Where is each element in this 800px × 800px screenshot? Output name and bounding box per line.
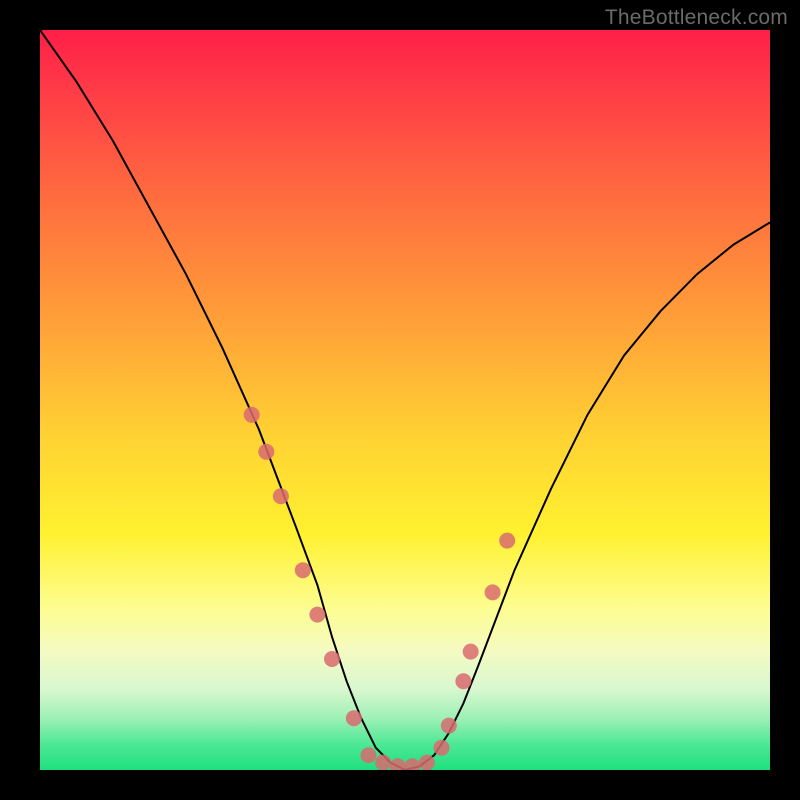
curve-layer (40, 30, 770, 770)
marker-dot (463, 644, 479, 660)
bottleneck-curve (40, 30, 770, 770)
marker-dot (346, 710, 362, 726)
marker-dot (244, 407, 260, 423)
plot-area (40, 30, 770, 770)
marker-dot (441, 718, 457, 734)
marker-dot (499, 533, 515, 549)
marker-dot (375, 755, 391, 770)
marker-dot (390, 758, 406, 770)
marker-dot (273, 488, 289, 504)
chart-frame: TheBottleneck.com (0, 0, 800, 800)
watermark-text: TheBottleneck.com (605, 6, 788, 30)
marker-dot (361, 747, 377, 763)
marker-dot (404, 758, 420, 770)
highlight-dots (244, 407, 516, 770)
marker-dot (434, 740, 450, 756)
marker-dot (455, 673, 471, 689)
marker-dot (485, 584, 501, 600)
marker-dot (419, 755, 435, 770)
marker-dot (324, 651, 340, 667)
marker-dot (295, 562, 311, 578)
marker-dot (309, 607, 325, 623)
marker-dot (258, 444, 274, 460)
